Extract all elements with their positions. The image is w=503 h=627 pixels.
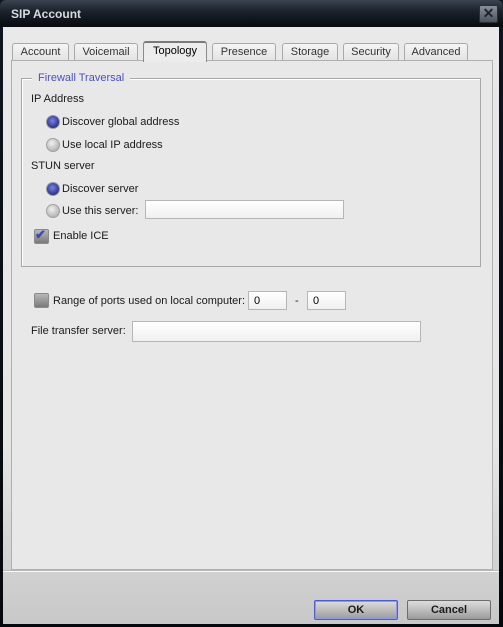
topology-panel: Firewall Traversal IP Address Discover g…: [11, 60, 493, 570]
dialog-body: Account Voicemail Topology Presence Stor…: [3, 27, 499, 624]
enable-ice-label[interactable]: Enable ICE: [53, 230, 109, 242]
cancel-button[interactable]: Cancel: [407, 600, 491, 620]
ip-address-label: IP Address: [31, 93, 84, 105]
discover-global-address-label[interactable]: Discover global address: [62, 116, 179, 128]
discover-server-label[interactable]: Discover server: [62, 183, 138, 195]
close-x-icon: ✕: [482, 5, 495, 21]
use-local-ip-radio[interactable]: [46, 138, 60, 152]
tab-advanced[interactable]: Advanced: [404, 43, 468, 60]
stun-server-label: STUN server: [31, 160, 95, 172]
use-this-server-radio[interactable]: [46, 204, 60, 218]
use-local-ip-label[interactable]: Use local IP address: [62, 139, 163, 151]
checkmark-icon: ✔: [35, 227, 46, 242]
window-title: SIP Account: [11, 7, 82, 21]
discover-global-address-radio[interactable]: [46, 115, 60, 129]
stun-server-input[interactable]: [145, 200, 344, 219]
firewall-traversal-group: Firewall Traversal IP Address Discover g…: [21, 72, 481, 267]
file-transfer-server-label: File transfer server:: [31, 325, 126, 337]
discover-server-radio[interactable]: [46, 182, 60, 196]
title-bar[interactable]: SIP Account ✕: [0, 0, 503, 27]
button-separator: [3, 570, 499, 572]
tab-voicemail[interactable]: Voicemail: [74, 43, 138, 60]
sip-account-dialog: SIP Account ✕ Account Voicemail Topology…: [0, 0, 503, 627]
enable-ice-checkbox[interactable]: ✔: [34, 227, 49, 244]
port-range-to-input[interactable]: [307, 291, 346, 310]
tab-presence[interactable]: Presence: [212, 43, 276, 60]
tab-account[interactable]: Account: [12, 43, 69, 60]
file-transfer-server-input[interactable]: [132, 321, 421, 342]
close-button[interactable]: ✕: [479, 5, 498, 23]
firewall-traversal-legend: Firewall Traversal: [32, 72, 131, 84]
use-this-server-label[interactable]: Use this server:: [62, 205, 138, 217]
port-range-label[interactable]: Range of ports used on local computer:: [53, 295, 245, 307]
ok-button[interactable]: OK: [314, 600, 398, 620]
tab-topology[interactable]: Topology: [143, 41, 207, 62]
tab-storage[interactable]: Storage: [282, 43, 338, 60]
port-range-from-input[interactable]: [248, 291, 287, 310]
tab-bar: Account Voicemail Topology Presence Stor…: [12, 41, 492, 62]
tab-security[interactable]: Security: [343, 43, 399, 60]
port-range-separator: -: [295, 295, 299, 307]
port-range-checkbox[interactable]: [34, 293, 49, 308]
